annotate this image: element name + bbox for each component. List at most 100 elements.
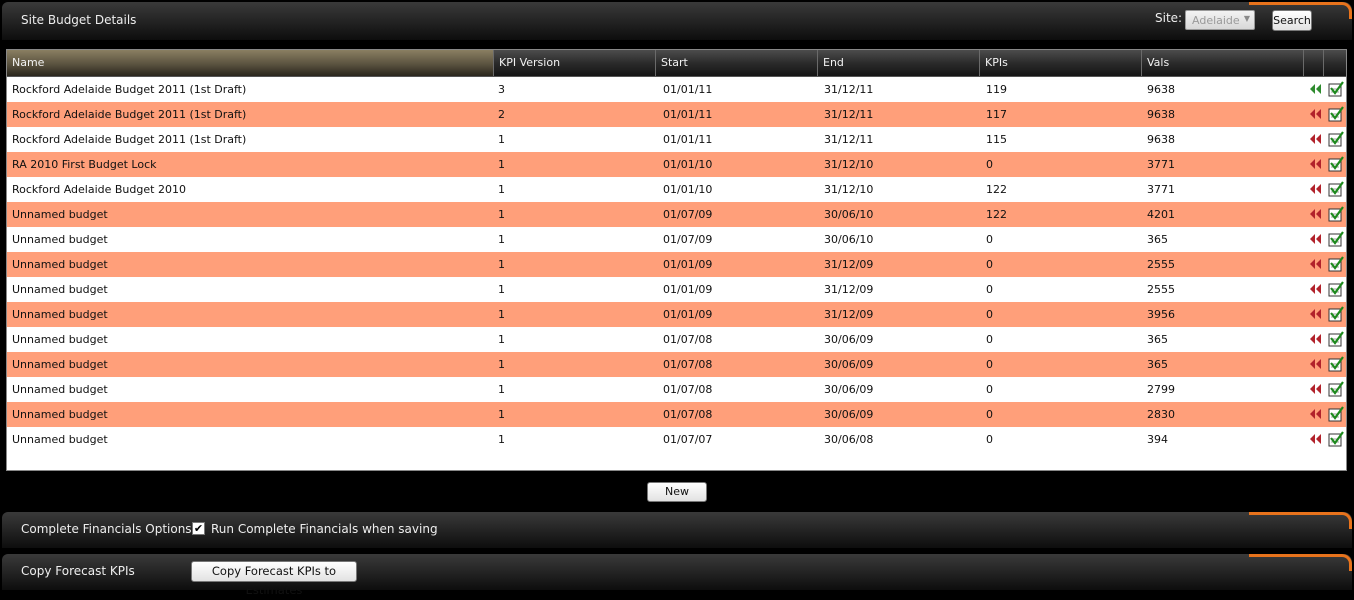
cell-end: 31/12/09 — [824, 258, 874, 271]
revert-icon[interactable] — [1309, 283, 1323, 295]
cell-end: 31/12/11 — [824, 83, 874, 96]
revert-icon[interactable] — [1309, 358, 1323, 370]
complete-financials-title: Complete Financials Options — [21, 522, 192, 536]
table-row[interactable]: Unnamed budget 1 01/07/08 30/06/09 0 365 — [7, 352, 1346, 377]
revert-icon[interactable] — [1309, 258, 1323, 270]
cell-name: Rockford Adelaide Budget 2010 — [12, 183, 186, 196]
cell-kpi-version: 1 — [498, 208, 505, 221]
cell-kpis: 122 — [986, 208, 1007, 221]
cell-end: 30/06/09 — [824, 383, 874, 396]
copy-forecast-button[interactable]: Copy Forecast KPIs to Estimates — [191, 561, 357, 597]
table-row[interactable]: Unnamed budget 1 01/01/09 31/12/09 0 3956 — [7, 302, 1346, 327]
table-row[interactable]: Unnamed budget 1 01/07/08 30/06/09 0 2830 — [7, 402, 1346, 427]
budget-table: Name KPI Version Start End KPIs Vals Roc… — [6, 49, 1347, 471]
cell-name: Unnamed budget — [12, 358, 108, 371]
cell-kpis: 0 — [986, 308, 993, 321]
checklist-icon[interactable] — [1327, 430, 1345, 448]
new-budget-button[interactable]: New — [647, 482, 707, 502]
revert-icon[interactable] — [1309, 133, 1323, 145]
cell-vals: 365 — [1147, 333, 1168, 346]
cell-kpis: 119 — [986, 83, 1007, 96]
chevron-down-icon: ▼ — [1243, 14, 1250, 23]
table-row[interactable]: Unnamed budget 1 01/07/08 30/06/09 0 2799 — [7, 377, 1346, 402]
table-row[interactable]: Unnamed budget 1 01/07/08 30/06/09 0 365 — [7, 327, 1346, 352]
revert-icon[interactable] — [1309, 383, 1323, 395]
table-row[interactable]: Rockford Adelaide Budget 2010 1 01/01/10 31… — [7, 177, 1346, 202]
cell-kpi-version: 1 — [498, 233, 505, 246]
table-row[interactable]: RA 2010 First Budget Lock 1 01/01/10 31/12/… — [7, 152, 1346, 177]
checklist-icon[interactable] — [1327, 105, 1345, 123]
table-row[interactable]: Unnamed budget 1 01/01/09 31/12/09 0 2555 — [7, 252, 1346, 277]
checklist-icon[interactable] — [1327, 330, 1345, 348]
cell-kpis: 0 — [986, 333, 993, 346]
checklist-icon[interactable] — [1327, 280, 1345, 298]
cell-end: 30/06/09 — [824, 358, 874, 371]
cell-vals: 3771 — [1147, 158, 1175, 171]
cell-vals: 3771 — [1147, 183, 1175, 196]
table-row[interactable]: Rockford Adelaide Budget 2011 (1st Draft… — [7, 77, 1346, 102]
column-header-end[interactable]: End — [817, 50, 979, 76]
cell-end: 31/12/09 — [824, 283, 874, 296]
column-header-kpi-version[interactable]: KPI Version — [493, 50, 655, 76]
search-button[interactable]: Search — [1272, 10, 1312, 31]
checklist-icon[interactable] — [1327, 355, 1345, 373]
revert-icon[interactable] — [1309, 408, 1323, 420]
cell-kpis: 0 — [986, 158, 993, 171]
cell-name: Unnamed budget — [12, 433, 108, 446]
column-header-start[interactable]: Start — [655, 50, 817, 76]
revert-icon[interactable] — [1309, 233, 1323, 245]
checklist-icon[interactable] — [1327, 305, 1345, 323]
revert-icon[interactable] — [1309, 108, 1323, 120]
revert-icon[interactable] — [1309, 158, 1323, 170]
cell-vals: 9638 — [1147, 108, 1175, 121]
site-select[interactable]: Adelaide ▼ — [1185, 10, 1255, 30]
cell-vals: 9638 — [1147, 133, 1175, 146]
cell-end: 31/12/09 — [824, 308, 874, 321]
column-header-name[interactable]: Name — [7, 50, 493, 76]
cell-name: Rockford Adelaide Budget 2011 (1st Draft… — [12, 108, 247, 121]
revert-icon[interactable] — [1309, 83, 1323, 95]
column-header-vals[interactable]: Vals — [1141, 50, 1303, 76]
cell-end: 30/06/10 — [824, 208, 874, 221]
cell-end: 30/06/08 — [824, 433, 874, 446]
checklist-icon[interactable] — [1327, 255, 1345, 273]
checklist-icon[interactable] — [1327, 405, 1345, 423]
table-row[interactable]: Rockford Adelaide Budget 2011 (1st Draft… — [7, 127, 1346, 152]
checklist-icon[interactable] — [1327, 380, 1345, 398]
checklist-icon[interactable] — [1327, 80, 1345, 98]
table-row[interactable]: Unnamed budget 1 01/07/07 30/06/08 0 394 — [7, 427, 1346, 452]
cell-kpi-version: 1 — [498, 283, 505, 296]
cell-vals: 394 — [1147, 433, 1168, 446]
cell-end: 30/06/10 — [824, 233, 874, 246]
cell-end: 31/12/11 — [824, 133, 874, 146]
cell-vals: 2555 — [1147, 283, 1175, 296]
table-row[interactable]: Unnamed budget 1 01/07/09 30/06/10 0 365 — [7, 227, 1346, 252]
table-row[interactable]: Unnamed budget 1 01/07/09 30/06/10 122 4201 — [7, 202, 1346, 227]
checklist-icon[interactable] — [1327, 155, 1345, 173]
run-complete-financials-label[interactable]: Run Complete Financials when saving — [211, 522, 438, 536]
checklist-icon[interactable] — [1327, 180, 1345, 198]
cell-name: Unnamed budget — [12, 333, 108, 346]
revert-icon[interactable] — [1309, 183, 1323, 195]
column-header-kpis[interactable]: KPIs — [979, 50, 1141, 76]
cell-name: Unnamed budget — [12, 308, 108, 321]
cell-kpis: 117 — [986, 108, 1007, 121]
checklist-icon[interactable] — [1327, 230, 1345, 248]
cell-kpis: 0 — [986, 408, 993, 421]
revert-icon[interactable] — [1309, 433, 1323, 445]
table-row[interactable]: Unnamed budget 1 01/01/09 31/12/09 0 2555 — [7, 277, 1346, 302]
revert-icon[interactable] — [1309, 333, 1323, 345]
cell-kpi-version: 3 — [498, 83, 505, 96]
checklist-icon[interactable] — [1327, 130, 1345, 148]
cell-kpis: 0 — [986, 433, 993, 446]
checklist-icon[interactable] — [1327, 205, 1345, 223]
cell-vals: 9638 — [1147, 83, 1175, 96]
revert-icon[interactable] — [1309, 308, 1323, 320]
cell-vals: 365 — [1147, 358, 1168, 371]
cell-end: 31/12/10 — [824, 183, 874, 196]
site-budget-header: Site Budget Details — [2, 2, 1352, 40]
revert-icon[interactable] — [1309, 208, 1323, 220]
cell-kpis: 0 — [986, 358, 993, 371]
table-row[interactable]: Rockford Adelaide Budget 2011 (1st Draft… — [7, 102, 1346, 127]
run-complete-financials-checkbox[interactable]: ✔ — [192, 522, 205, 535]
